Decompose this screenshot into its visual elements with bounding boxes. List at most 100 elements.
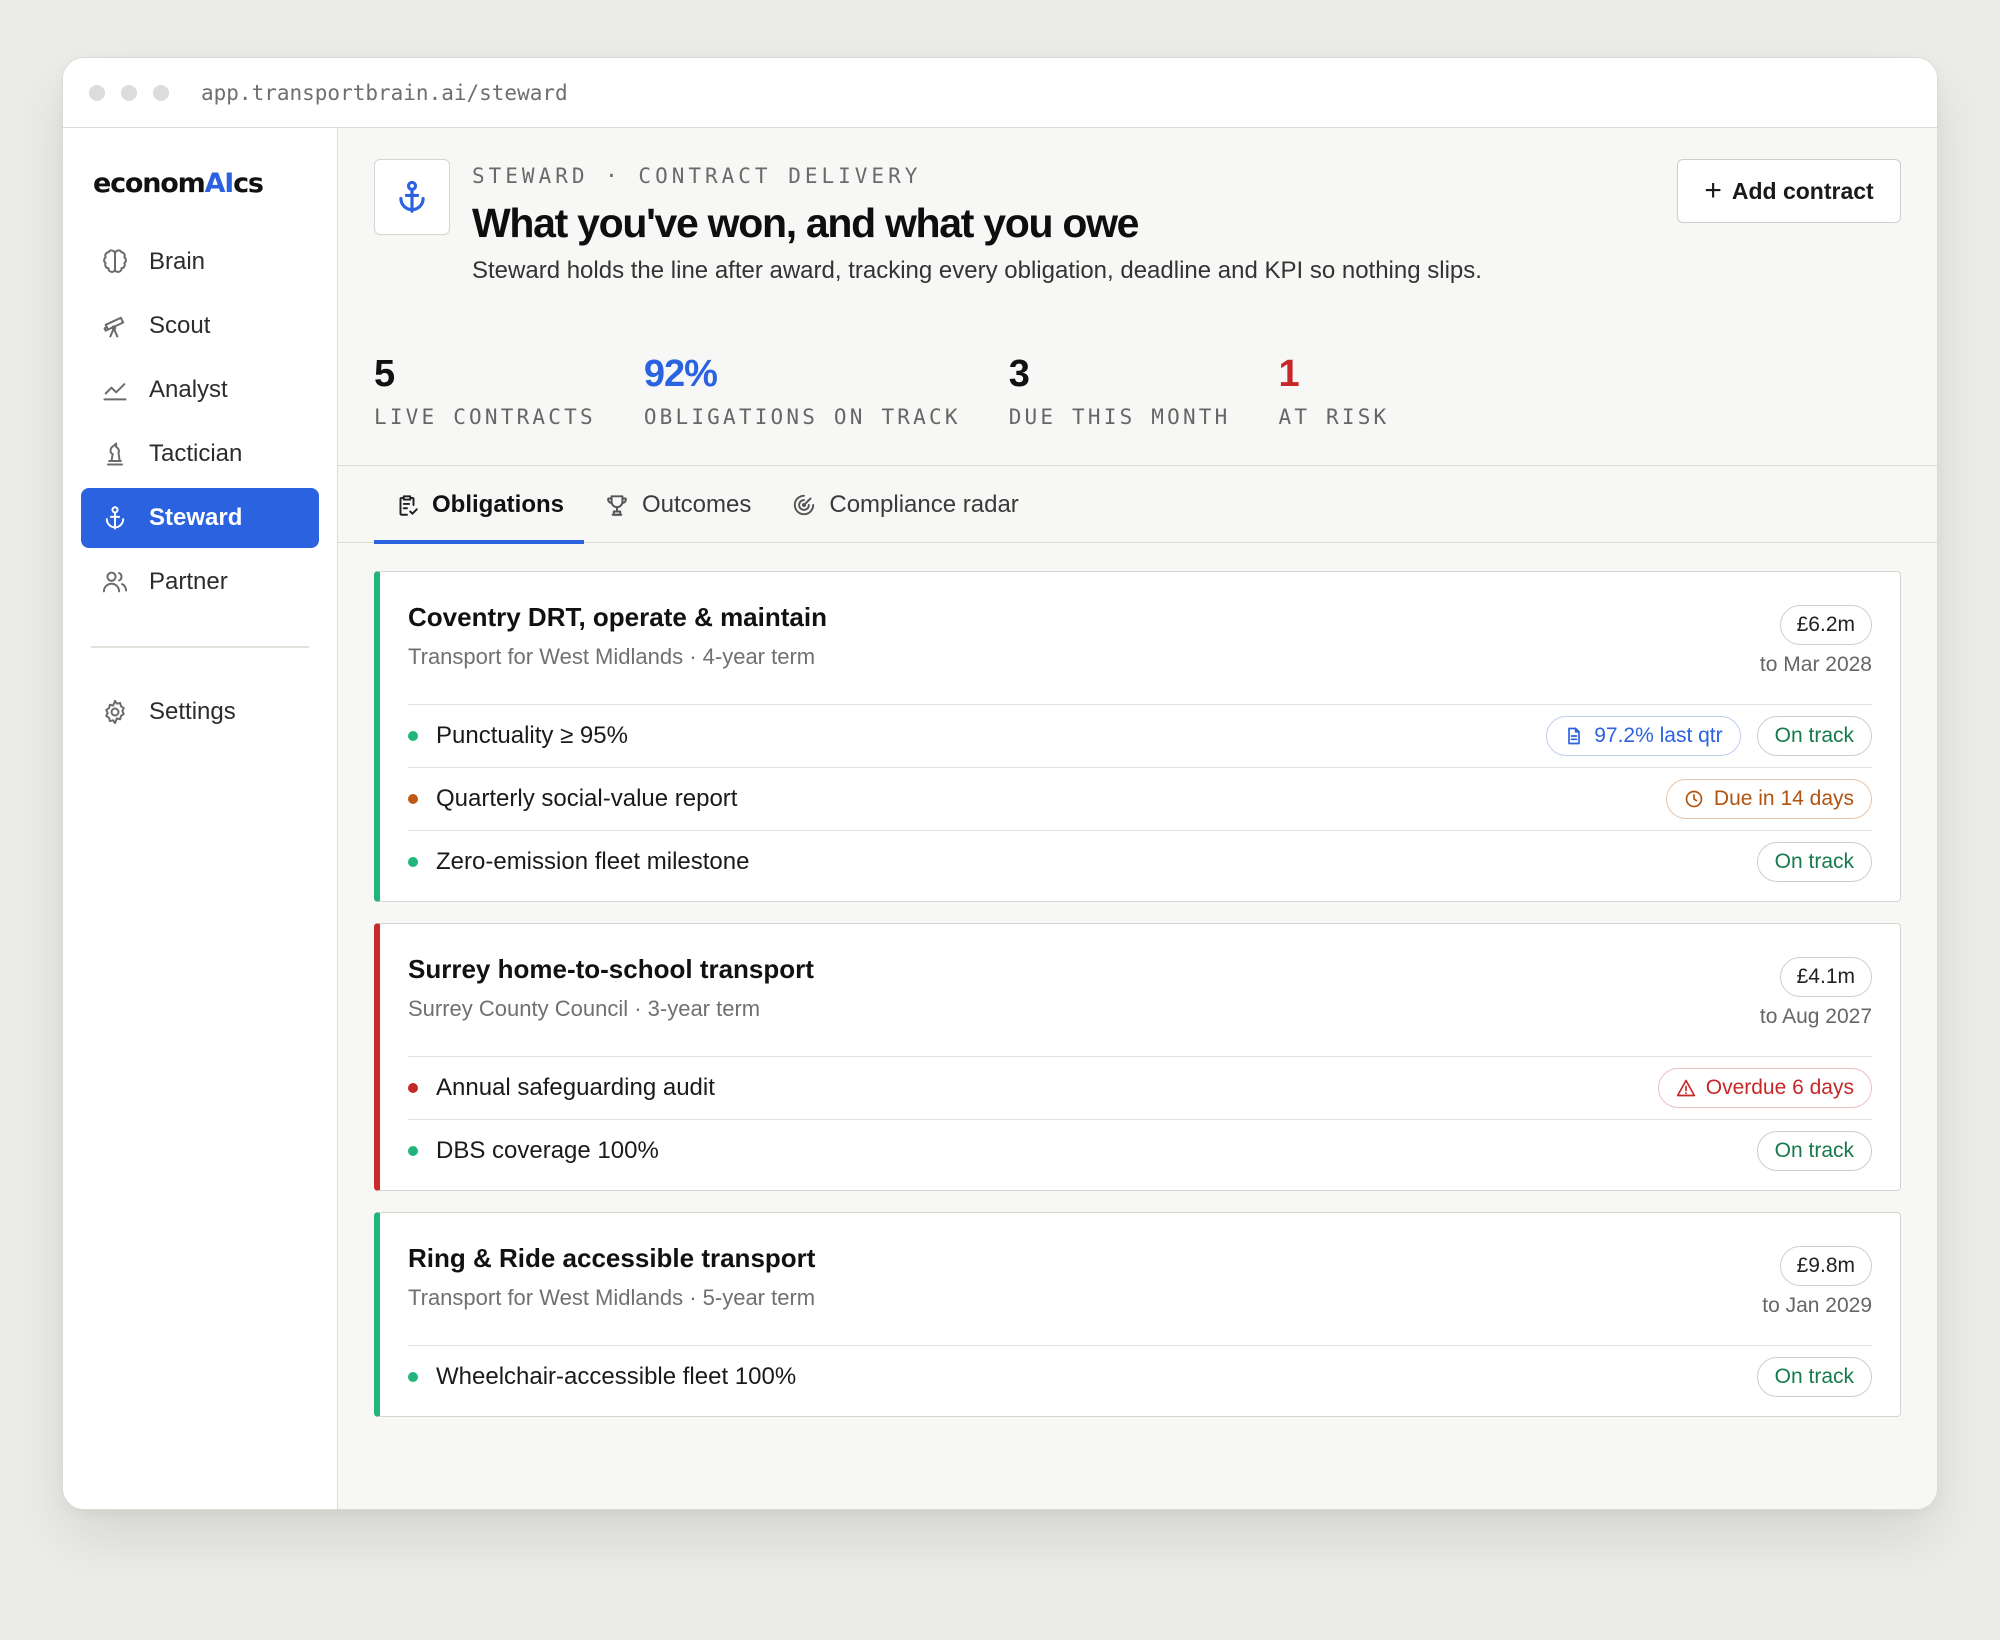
browser-window: app.transportbrain.ai/steward economAIcs… (62, 57, 1938, 1510)
tab-bar: Obligations Outcomes Compliance radar (338, 466, 1937, 544)
window-maximize-dot[interactable] (153, 84, 169, 101)
status-dot (408, 794, 418, 804)
contract-title: Coventry DRT, operate & maintain (408, 602, 827, 632)
stat-due-this-month: 3 DUE THIS MONTH (1009, 353, 1231, 429)
obligation-row[interactable]: Zero-emission fleet milestone On track (408, 830, 1872, 893)
sidebar-item-analyst[interactable]: Analyst (81, 360, 319, 420)
contract-value-pill: £6.2m (1779, 605, 1872, 645)
contract-term-end: to Aug 2027 (1759, 1005, 1872, 1028)
sidebar-item-label: Scout (149, 312, 211, 339)
obligation-row[interactable]: Annual safeguarding audit Overdue 6 days (408, 1056, 1872, 1119)
sidebar-item-label: Settings (149, 698, 236, 725)
obligation-list: Punctuality ≥ 95% 97.2% last qtr On trac… (408, 704, 1872, 893)
contract-meta: £6.2m to Mar 2028 (1760, 605, 1872, 677)
obligation-row[interactable]: Wheelchair-accessible fleet 100% On trac… (408, 1345, 1872, 1408)
gear-icon (105, 699, 125, 725)
status-badge: On track (1756, 716, 1872, 756)
contract-card[interactable]: Ring & Ride accessible transport Transpo… (374, 1212, 1901, 1417)
status-dot (408, 1372, 418, 1382)
stats-row: 5 LIVE CONTRACTS 92% OBLIGATIONS ON TRAC… (374, 353, 1437, 429)
obligation-row[interactable]: Quarterly social-value report Due in 14 … (408, 767, 1872, 830)
contract-title: Ring & Ride accessible transport (408, 1243, 816, 1273)
tab-outcomes[interactable]: Outcomes (584, 466, 771, 543)
stat-at-risk: 1 AT RISK (1279, 353, 1390, 429)
status-dot (408, 1146, 418, 1156)
stat-live-contracts: 5 LIVE CONTRACTS (374, 353, 596, 429)
stat-value: 3 (1008, 353, 1030, 395)
stat-value: 5 (374, 353, 395, 395)
page-header: STEWARD · CONTRACT DELIVERY What you've … (338, 128, 1937, 466)
page-title: What you've won, and what you owe (472, 200, 1139, 246)
app-logo[interactable]: economAIcs (93, 168, 319, 204)
stat-label: AT RISK (1278, 405, 1390, 429)
contract-meta: £4.1m to Aug 2027 (1760, 957, 1872, 1029)
obligation-list: Annual safeguarding audit Overdue 6 days… (408, 1056, 1872, 1182)
chess-piece-icon (107, 442, 123, 466)
obligation-label: Punctuality ≥ 95% (436, 722, 628, 749)
page-eyebrow: STEWARD · CONTRACT DELIVERY (472, 164, 922, 188)
tab-compliance-radar[interactable]: Compliance radar (771, 466, 1038, 543)
tab-obligations[interactable]: Obligations (374, 466, 584, 544)
brain-icon (103, 249, 127, 273)
page-description: Steward holds the line after award, trac… (472, 257, 1482, 284)
obligation-label: DBS coverage 100% (436, 1137, 659, 1164)
stat-value: 1 (1278, 353, 1300, 395)
contract-value-pill: £9.8m (1779, 1246, 1872, 1286)
contract-subtitle: Transport for West Midlands · 4-year ter… (408, 644, 816, 669)
status-badge: On track (1756, 1357, 1872, 1397)
radar-icon (794, 494, 815, 515)
obligation-row[interactable]: Punctuality ≥ 95% 97.2% last qtr On trac… (408, 704, 1872, 767)
stat-label: OBLIGATIONS ON TRACK (643, 405, 961, 429)
telescope-icon (103, 316, 125, 338)
contract-subtitle: Surrey County Council · 3-year term (408, 996, 761, 1021)
sidebar-item-label: Steward (149, 504, 243, 531)
status-badge: On track (1756, 1131, 1872, 1171)
add-contract-button[interactable]: + Add contract (1677, 159, 1901, 223)
status-dot (408, 731, 418, 741)
contract-term-end: to Mar 2028 (1759, 653, 1872, 676)
window-minimize-dot[interactable] (121, 84, 137, 101)
sidebar-item-scout[interactable]: Scout (81, 296, 319, 356)
obligation-label: Wheelchair-accessible fleet 100% (436, 1363, 797, 1390)
sidebar-item-label: Analyst (149, 376, 228, 403)
contract-meta: £9.8m to Jan 2029 (1762, 1246, 1872, 1318)
stat-label: DUE THIS MONTH (1008, 405, 1231, 429)
sidebar-item-partner[interactable]: Partner (81, 552, 319, 612)
contract-term-end: to Jan 2029 (1762, 1294, 1872, 1317)
trophy-icon (607, 494, 627, 516)
obligation-label: Annual safeguarding audit (436, 1074, 715, 1101)
contract-card[interactable]: Surrey home-to-school transport Surrey C… (374, 923, 1901, 1191)
anchor-icon (105, 506, 125, 530)
add-contract-label: Add contract (1731, 177, 1874, 204)
browser-titlebar: app.transportbrain.ai/steward (63, 58, 1937, 128)
sidebar-item-label: Tactician (149, 440, 243, 467)
document-icon (1568, 727, 1581, 745)
sidebar-item-tactician[interactable]: Tactician (81, 424, 319, 484)
obligation-label: Quarterly social-value report (436, 785, 738, 812)
status-badge: Overdue 6 days (1657, 1068, 1872, 1108)
contract-value-pill: £4.1m (1779, 957, 1872, 997)
steward-badge (374, 159, 450, 235)
obligation-label: Zero-emission fleet milestone (436, 848, 750, 875)
sidebar-item-steward[interactable]: Steward (81, 488, 319, 548)
address-bar-url[interactable]: app.transportbrain.ai/steward (201, 81, 568, 105)
sidebar-divider (91, 646, 309, 648)
status-badge: On track (1756, 842, 1872, 882)
status-dot (408, 857, 418, 867)
kpi-evidence-badge[interactable]: 97.2% last qtr (1546, 716, 1741, 756)
stat-obligations-on-track: 92% OBLIGATIONS ON TRACK (644, 353, 961, 429)
status-badge: Due in 14 days (1665, 779, 1872, 819)
status-dot (408, 1083, 418, 1093)
sidebar-item-label: Partner (149, 568, 228, 595)
sidebar: economAIcs Brain Scout Analyst Tactician… (63, 128, 338, 1509)
clock-icon (1685, 790, 1703, 808)
plus-icon: + (1704, 174, 1722, 207)
sidebar-item-settings[interactable]: Settings (81, 682, 319, 742)
stat-label: LIVE CONTRACTS (374, 405, 596, 429)
tab-label: Compliance radar (829, 490, 1019, 518)
main-content: STEWARD · CONTRACT DELIVERY What you've … (338, 128, 1937, 1509)
window-close-dot[interactable] (89, 84, 105, 101)
contract-card[interactable]: Coventry DRT, operate & maintain Transpo… (374, 571, 1901, 902)
obligation-row[interactable]: DBS coverage 100% On track (408, 1119, 1872, 1182)
sidebar-item-brain[interactable]: Brain (81, 232, 319, 292)
